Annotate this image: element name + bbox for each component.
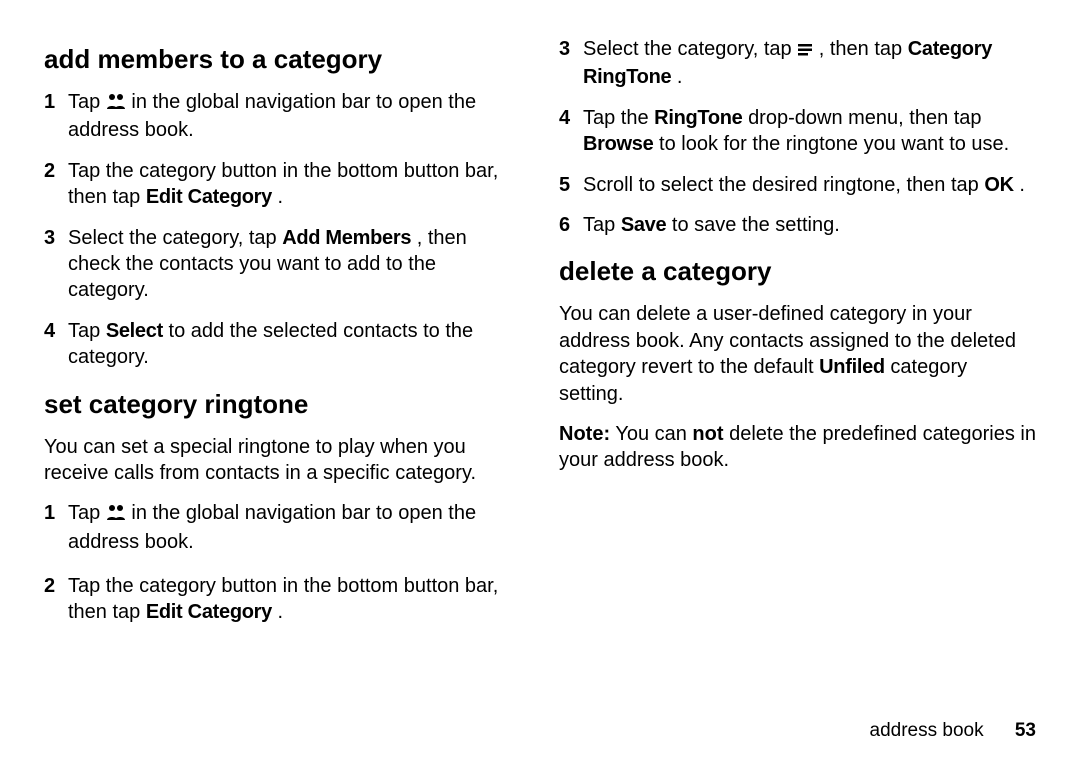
text-run: .	[677, 66, 683, 88]
two-column-layout: add members to a category 1 Tap in the g	[44, 36, 1036, 686]
step-number: 3	[44, 225, 68, 251]
delete-paragraph-note: Note: You can not delete the predefined …	[559, 421, 1036, 474]
text-run: Select the category, tap	[583, 38, 797, 60]
text-run: to save the setting.	[672, 214, 840, 236]
step-item: 4 Tap Select to add the selected contact…	[44, 318, 521, 371]
text-run: drop-down menu, then tap	[748, 107, 982, 129]
step-item: 5 Scroll to select the desired ringtone,…	[559, 172, 1036, 198]
step-item: 1 Tap in the global navigation bar to op…	[44, 89, 521, 144]
step-text: Tap in the global navigation bar to open…	[68, 89, 521, 144]
text-run: Tap the category button in the bottom bu…	[68, 160, 498, 208]
contacts-icon	[106, 91, 126, 117]
step-number: 3	[559, 36, 583, 62]
contacts-icon	[106, 502, 126, 528]
text-run: Tap	[68, 320, 106, 342]
step-text: Tap Save to save the setting.	[583, 212, 1036, 238]
text-run: , then tap	[819, 38, 908, 60]
text-run: Tap	[68, 91, 106, 113]
menu-icon	[797, 38, 813, 64]
bold-term: not	[692, 423, 723, 445]
note-label: Note:	[559, 423, 610, 445]
text-run: Tap	[68, 502, 106, 524]
bold-term: Edit Category	[146, 601, 272, 623]
text-run: Tap the category button in the bottom bu…	[68, 575, 498, 623]
text-run: .	[278, 186, 284, 208]
step-number: 6	[559, 212, 583, 238]
bold-term: Save	[621, 214, 667, 236]
bold-term: RingTone	[654, 107, 742, 129]
heading-set-ringtone: set category ringtone	[44, 389, 521, 420]
text-run: .	[1019, 174, 1025, 196]
step-text: Select the category, tap , then tap Cate…	[583, 36, 1036, 91]
delete-paragraph-1: You can delete a user-defined category i…	[559, 301, 1036, 407]
step-number: 4	[559, 105, 583, 131]
step-item: 2 Tap the category button in the bottom …	[44, 573, 521, 626]
step-item: 3 Select the category, tap Add Members ,…	[44, 225, 521, 304]
step-number: 5	[559, 172, 583, 198]
text-run: in the global navigation bar to open the…	[68, 502, 476, 552]
intro-paragraph: You can set a special ringtone to play w…	[44, 434, 521, 487]
text-run: You can	[615, 423, 692, 445]
step-text: Scroll to select the desired ringtone, t…	[583, 172, 1036, 198]
bold-term: Add Members	[282, 227, 411, 249]
bold-term: Unfiled	[819, 356, 885, 378]
text-run: Tap the	[583, 107, 654, 129]
step-text: Tap in the global navigation bar to open…	[68, 500, 521, 555]
step-item: 1 Tap in the global navigation bar to op…	[44, 500, 521, 555]
step-text: Tap the RingTone drop-down menu, then ta…	[583, 105, 1036, 158]
bold-term: OK	[984, 174, 1013, 196]
text-run: Tap	[583, 214, 621, 236]
set-ringtone-steps-part1: 1 Tap in the global navigation bar to op…	[44, 500, 521, 555]
add-members-steps: 1 Tap in the global navigation bar to op…	[44, 89, 521, 371]
step-number: 1	[44, 500, 68, 526]
page-footer: address book 53	[870, 720, 1037, 742]
page-number: 53	[1015, 720, 1036, 741]
text-run: Select the category, tap	[68, 227, 282, 249]
step-number: 2	[44, 158, 68, 184]
step-text: Tap the category button in the bottom bu…	[68, 573, 521, 626]
step-text: Tap the category button in the bottom bu…	[68, 158, 521, 211]
step-number: 4	[44, 318, 68, 344]
text-run: to look for the ringtone you want to use…	[659, 133, 1009, 155]
manual-page: add members to a category 1 Tap in the g	[0, 0, 1080, 766]
step-item: 2 Tap the category button in the bottom …	[44, 158, 521, 211]
step-item: 4 Tap the RingTone drop-down menu, then …	[559, 105, 1036, 158]
bold-term: Select	[106, 320, 163, 342]
step-number: 2	[44, 573, 68, 599]
text-run: .	[278, 601, 284, 623]
heading-add-members: add members to a category	[44, 44, 521, 75]
step-text: Select the category, tap Add Members , t…	[68, 225, 521, 304]
text-run: in the global navigation bar to open the…	[68, 91, 476, 141]
step-item: 3 Select the category, tap , then tap Ca…	[559, 36, 1036, 91]
step-number: 1	[44, 89, 68, 115]
bold-term: Edit Category	[146, 186, 272, 208]
footer-section: address book	[870, 720, 984, 741]
step-text: Tap Select to add the selected contacts …	[68, 318, 521, 371]
heading-delete-category: delete a category	[559, 256, 1036, 287]
bold-term: Browse	[583, 133, 653, 155]
step-item: 6 Tap Save to save the setting.	[559, 212, 1036, 238]
text-run: Scroll to select the desired ringtone, t…	[583, 174, 984, 196]
